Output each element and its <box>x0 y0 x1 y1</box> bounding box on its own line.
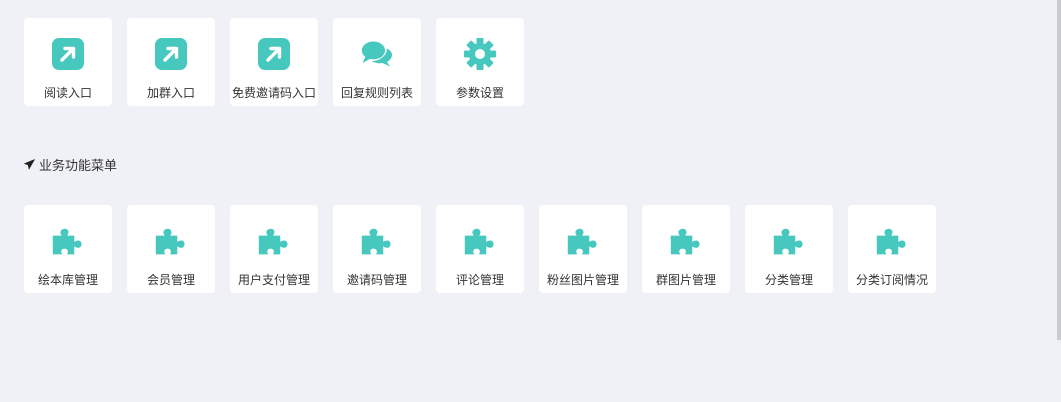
tile-label: 邀请码管理 <box>346 273 407 287</box>
gear-icon <box>463 37 497 71</box>
tile-invite-code-management[interactable]: 邀请码管理 <box>333 205 421 293</box>
vertical-scrollbar[interactable] <box>1057 0 1061 340</box>
tile-user-payment-management[interactable]: 用户支付管理 <box>230 205 318 293</box>
puzzle-icon <box>772 224 806 258</box>
tile-category-management[interactable]: 分类管理 <box>745 205 833 293</box>
tile-reply-rules-list[interactable]: 回复规则列表 <box>333 18 421 106</box>
puzzle-icon <box>51 224 85 258</box>
tile-comment-management[interactable]: 评论管理 <box>436 205 524 293</box>
puzzle-icon <box>463 224 497 258</box>
tile-label: 回复规则列表 <box>340 86 413 100</box>
tile-label: 加群入口 <box>146 86 195 100</box>
tile-free-invite-code-entry[interactable]: 免费邀请码入口 <box>230 18 318 106</box>
tile-label: 分类订阅情况 <box>855 273 928 287</box>
quick-links-row: 阅读入口 加群入口 免费邀请码入口 回复规则列表 参数设置 <box>24 18 524 106</box>
tile-fan-image-management[interactable]: 粉丝图片管理 <box>539 205 627 293</box>
tile-join-group-entry[interactable]: 加群入口 <box>127 18 215 106</box>
business-menu-row: 绘本库管理 会员管理 用户支付管理 邀请码管理 评论管理 粉丝图片管理 群图片管… <box>24 205 936 293</box>
puzzle-icon <box>257 224 291 258</box>
tile-label: 群图片管理 <box>655 273 716 287</box>
tile-label: 粉丝图片管理 <box>546 273 619 287</box>
tile-label: 会员管理 <box>146 273 195 287</box>
tile-label: 绘本库管理 <box>37 273 98 287</box>
airplane-icon <box>24 159 35 170</box>
tile-label: 评论管理 <box>455 273 504 287</box>
puzzle-icon <box>669 224 703 258</box>
tile-group-image-management[interactable]: 群图片管理 <box>642 205 730 293</box>
external-link-icon <box>51 37 85 71</box>
puzzle-icon <box>360 224 394 258</box>
tile-picture-book-library[interactable]: 绘本库管理 <box>24 205 112 293</box>
tile-member-management[interactable]: 会员管理 <box>127 205 215 293</box>
puzzle-icon <box>154 224 188 258</box>
section-title: 业务功能菜单 <box>24 155 117 174</box>
puzzle-icon <box>875 224 909 258</box>
tile-label: 用户支付管理 <box>237 273 310 287</box>
tile-read-entry[interactable]: 阅读入口 <box>24 18 112 106</box>
tile-label: 免费邀请码入口 <box>231 86 316 100</box>
tile-category-subscriptions[interactable]: 分类订阅情况 <box>848 205 936 293</box>
puzzle-icon <box>566 224 600 258</box>
section-title-label: 业务功能菜单 <box>39 159 118 174</box>
chat-bubbles-icon <box>360 37 394 71</box>
tile-parameter-settings[interactable]: 参数设置 <box>436 18 524 106</box>
tile-label: 阅读入口 <box>43 86 92 100</box>
external-link-icon <box>154 37 188 71</box>
dashboard-page: 阅读入口 加群入口 免费邀请码入口 回复规则列表 参数设置 业务功能菜单 绘本库… <box>0 0 1061 402</box>
tile-label: 参数设置 <box>455 86 504 100</box>
external-link-icon <box>257 37 291 71</box>
tile-label: 分类管理 <box>764 273 813 287</box>
